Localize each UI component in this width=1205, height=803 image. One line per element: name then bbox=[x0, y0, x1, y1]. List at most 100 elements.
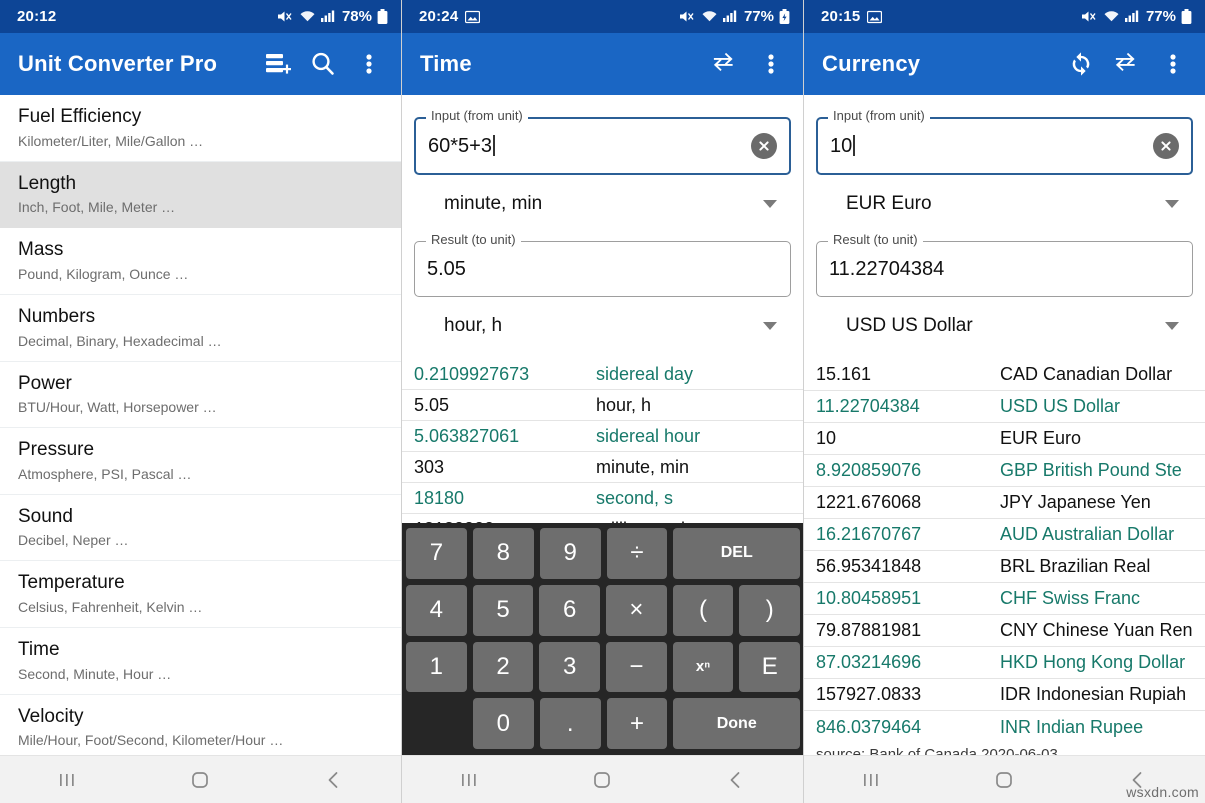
row-value: 303 bbox=[414, 457, 596, 478]
refresh-rates-button[interactable] bbox=[1061, 41, 1101, 87]
key-decimal[interactable]: . bbox=[540, 698, 601, 749]
category-item[interactable]: Sound Decibel, Neper … bbox=[0, 495, 401, 562]
home-button[interactable] bbox=[974, 756, 1034, 803]
battery-charging-icon bbox=[779, 9, 790, 25]
from-currency-selector[interactable]: EUR Euro bbox=[816, 179, 1193, 229]
category-item[interactable]: Numbers Decimal, Binary, Hexadecimal … bbox=[0, 295, 401, 362]
category-item[interactable]: Power BTU/Hour, Watt, Horsepower … bbox=[0, 362, 401, 429]
key-3[interactable]: 3 bbox=[539, 642, 600, 693]
category-item[interactable]: Temperature Celsius, Fahrenheit, Kelvin … bbox=[0, 561, 401, 628]
category-title: Fuel Efficiency bbox=[18, 104, 401, 130]
input-field[interactable]: 60*5+3 bbox=[414, 117, 791, 175]
overflow-menu-button[interactable] bbox=[751, 41, 791, 87]
key-multiply[interactable]: × bbox=[606, 585, 667, 636]
table-row[interactable]: 10.80458951 CHF Swiss Franc bbox=[804, 583, 1205, 615]
row-value: 5.063827061 bbox=[414, 426, 596, 447]
table-row[interactable]: 10 EUR Euro bbox=[804, 423, 1205, 455]
table-row[interactable]: 157927.0833 IDR Indonesian Rupiah bbox=[804, 679, 1205, 711]
table-row[interactable]: 5.063827061 sidereal hour bbox=[402, 421, 803, 452]
overflow-menu-button[interactable] bbox=[349, 41, 389, 87]
three-panel-screenshot: 20:12 78% Unit Converter Pro bbox=[0, 0, 1205, 803]
table-row[interactable]: 79.87881981 CNY Chinese Yuan Ren bbox=[804, 615, 1205, 647]
recents-button[interactable] bbox=[439, 756, 499, 803]
wifi-icon bbox=[1103, 9, 1120, 24]
app-bar-right: Currency bbox=[804, 33, 1205, 95]
back-button[interactable] bbox=[304, 756, 364, 803]
table-row[interactable]: 5.05 hour, h bbox=[402, 390, 803, 421]
row-unit: HKD Hong Kong Dollar bbox=[1000, 652, 1201, 673]
category-title: Mass bbox=[18, 237, 401, 263]
key-7[interactable]: 7 bbox=[406, 528, 467, 579]
row-value: 1221.676068 bbox=[816, 492, 1000, 513]
table-row[interactable]: 87.03214696 HKD Hong Kong Dollar bbox=[804, 647, 1205, 679]
back-button[interactable] bbox=[706, 756, 766, 803]
status-time: 20:12 bbox=[17, 8, 56, 25]
key-divide[interactable]: ÷ bbox=[607, 528, 668, 579]
status-battery-percent: 77% bbox=[744, 8, 774, 25]
result-field[interactable]: 5.05 bbox=[414, 241, 791, 297]
key-6[interactable]: 6 bbox=[539, 585, 600, 636]
key-5[interactable]: 5 bbox=[473, 585, 534, 636]
table-row[interactable]: 11.22704384 USD US Dollar bbox=[804, 391, 1205, 423]
to-unit-selector[interactable]: hour, h bbox=[414, 301, 791, 351]
add-list-button[interactable] bbox=[257, 41, 297, 87]
table-row[interactable]: 15.161 CAD Canadian Dollar bbox=[804, 359, 1205, 391]
home-icon bbox=[993, 769, 1015, 791]
key-minus[interactable]: − bbox=[606, 642, 667, 693]
table-row[interactable]: 0.2109927673 sidereal day bbox=[402, 359, 803, 390]
key-paren-close[interactable]: ) bbox=[739, 585, 800, 636]
table-row[interactable]: 56.95341848 BRL Brazilian Real bbox=[804, 551, 1205, 583]
clear-input-button[interactable] bbox=[1153, 133, 1179, 159]
key-1[interactable]: 1 bbox=[406, 642, 467, 693]
recents-button[interactable] bbox=[37, 756, 97, 803]
category-item[interactable]: Fuel Efficiency Kilometer/Liter, Mile/Ga… bbox=[0, 95, 401, 162]
recents-icon bbox=[56, 769, 78, 791]
key-exponent[interactable]: E bbox=[739, 642, 800, 693]
table-row[interactable]: 1221.676068 JPY Japanese Yen bbox=[804, 487, 1205, 519]
input-field[interactable]: 10 bbox=[816, 117, 1193, 175]
result-field-wrap: Result (to unit) 5.05 bbox=[414, 241, 791, 297]
table-row[interactable]: 16.21670767 AUD Australian Dollar bbox=[804, 519, 1205, 551]
more-vertical-icon bbox=[365, 50, 373, 78]
key-9[interactable]: 9 bbox=[540, 528, 601, 579]
table-row[interactable]: 8.920859076 GBP British Pound Ste bbox=[804, 455, 1205, 487]
home-icon bbox=[189, 769, 211, 791]
key-2[interactable]: 2 bbox=[473, 642, 534, 693]
key-done[interactable]: Done bbox=[673, 698, 800, 749]
back-chevron-icon bbox=[323, 769, 345, 791]
to-currency-selector[interactable]: USD US Dollar bbox=[816, 301, 1193, 351]
category-item[interactable]: Mass Pound, Kilogram, Ounce … bbox=[0, 228, 401, 295]
from-unit-selector[interactable]: minute, min bbox=[414, 179, 791, 229]
key-8[interactable]: 8 bbox=[473, 528, 534, 579]
search-button[interactable] bbox=[303, 41, 343, 87]
to-currency-value: USD US Dollar bbox=[846, 315, 1165, 337]
category-item-selected[interactable]: Length Inch, Foot, Mile, Meter … bbox=[0, 162, 401, 229]
category-item[interactable]: Time Second, Minute, Hour … bbox=[0, 628, 401, 695]
recents-button[interactable] bbox=[841, 756, 901, 803]
app-title: Currency bbox=[822, 51, 1061, 77]
more-vertical-icon bbox=[767, 50, 775, 78]
overflow-menu-button[interactable] bbox=[1153, 41, 1193, 87]
swap-units-button[interactable] bbox=[1107, 41, 1147, 87]
category-list[interactable]: Fuel Efficiency Kilometer/Liter, Mile/Ga… bbox=[0, 95, 401, 803]
table-row[interactable]: 303 minute, min bbox=[402, 452, 803, 483]
key-paren-open[interactable]: ( bbox=[673, 585, 734, 636]
key-power[interactable]: xⁿ bbox=[673, 642, 734, 693]
row-unit: BRL Brazilian Real bbox=[1000, 556, 1201, 577]
category-item[interactable]: Pressure Atmosphere, PSI, Pascal … bbox=[0, 428, 401, 495]
key-delete[interactable]: DEL bbox=[673, 528, 800, 579]
home-button[interactable] bbox=[572, 756, 632, 803]
category-subtitle: Kilometer/Liter, Mile/Gallon … bbox=[18, 131, 401, 152]
key-4[interactable]: 4 bbox=[406, 585, 467, 636]
swap-units-button[interactable] bbox=[705, 41, 745, 87]
table-row[interactable]: 18180 second, s bbox=[402, 483, 803, 514]
converter-body-right: Input (from unit) 10 EUR Euro Result (to… bbox=[804, 95, 1205, 351]
result-field[interactable]: 11.22704384 bbox=[816, 241, 1193, 297]
key-0[interactable]: 0 bbox=[473, 698, 534, 749]
clear-input-button[interactable] bbox=[751, 133, 777, 159]
category-item[interactable]: Velocity Mile/Hour, Foot/Second, Kilomet… bbox=[0, 695, 401, 762]
home-button[interactable] bbox=[170, 756, 230, 803]
chevron-down-icon bbox=[1165, 322, 1179, 330]
key-plus[interactable]: + bbox=[607, 698, 668, 749]
table-row[interactable]: 846.0379464 INR Indian Rupee bbox=[804, 711, 1205, 743]
